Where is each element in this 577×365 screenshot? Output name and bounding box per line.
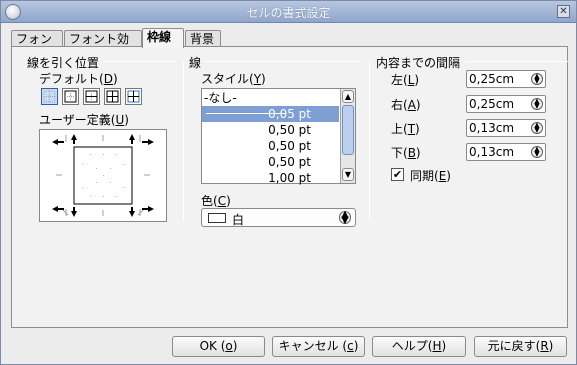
line-arrangement-title: 線を引く位置 bbox=[27, 56, 100, 70]
tab-background[interactable]: 背景 bbox=[185, 30, 221, 47]
right-spacing-label: 右(A) bbox=[391, 98, 421, 112]
right-spacing-field[interactable]: 0,25cm ▲ ▼ bbox=[466, 95, 546, 113]
reset-button[interactable]: 元に戻す(R) bbox=[474, 336, 567, 357]
format-cells-dialog: セルの書式設定 ✕ フォント フォント効果 枠線 背景 線を引く位置 デフォルト… bbox=[0, 0, 577, 365]
line-style-listbox[interactable]: -なし- 0,05 pt 0,50 pt 0,50 pt 0,50 pt 1,0… bbox=[201, 88, 356, 186]
scroll-down-icon[interactable]: ▼ bbox=[342, 168, 354, 181]
default-label: デフォルト(D) bbox=[39, 72, 118, 86]
list-item[interactable]: 1,00 pt bbox=[202, 170, 339, 186]
help-button[interactable]: ヘルプ(H) bbox=[372, 336, 466, 357]
user-defined-border-area[interactable] bbox=[39, 129, 167, 222]
scroll-up-icon[interactable]: ▲ bbox=[342, 90, 354, 103]
bottom-spacing-label: 下(B) bbox=[391, 146, 421, 160]
top-spacing-label: 上(T) bbox=[391, 122, 420, 136]
synchronize-checkbox[interactable]: ✔ bbox=[391, 168, 404, 181]
top-spacing-value: 0,13cm bbox=[469, 121, 515, 135]
ok-button[interactable]: OK (o) bbox=[172, 336, 265, 357]
top-spacing-field[interactable]: 0,13cm ▲ ▼ bbox=[466, 119, 546, 137]
color-label: 色(C) bbox=[201, 194, 231, 208]
cancel-button[interactable]: キャンセル (c) bbox=[272, 336, 365, 357]
spin-icon[interactable]: ▲ ▼ bbox=[531, 73, 543, 85]
spin-icon[interactable]: ▲ ▼ bbox=[531, 98, 543, 110]
preset-none-button[interactable] bbox=[41, 88, 58, 105]
preset-inner-button[interactable] bbox=[125, 88, 142, 105]
style-label: スタイル(Y) bbox=[201, 72, 266, 86]
line-color-select[interactable]: 白 ▲ ▼ bbox=[201, 208, 356, 227]
group-separator bbox=[466, 61, 568, 62]
style-scrollbar[interactable]: ▲ ▼ bbox=[340, 89, 355, 183]
preset-outer-horizontal-button[interactable] bbox=[83, 88, 100, 105]
preset-outer-button[interactable] bbox=[62, 88, 79, 105]
preset-outer-all-button[interactable] bbox=[104, 88, 121, 105]
list-item[interactable]: 0,50 pt bbox=[202, 154, 339, 170]
right-spacing-value: 0,25cm bbox=[469, 97, 515, 111]
list-item[interactable]: 0,50 pt bbox=[202, 138, 339, 154]
border-preview-graphic bbox=[52, 134, 154, 217]
group-separator bbox=[103, 61, 176, 62]
bottom-spacing-field[interactable]: 0,13cm ▲ ▼ bbox=[466, 143, 546, 161]
spin-icon[interactable]: ▲ ▼ bbox=[531, 122, 543, 134]
left-spacing-label: 左(L) bbox=[391, 73, 420, 87]
window-title: セルの書式設定 bbox=[246, 6, 331, 20]
group-separator bbox=[204, 61, 361, 62]
line-sample bbox=[206, 113, 286, 114]
color-swatch bbox=[208, 213, 226, 223]
tab-font-effects[interactable]: フォント効果 bbox=[64, 30, 142, 62]
list-item[interactable]: -なし- bbox=[202, 90, 339, 106]
color-value: 白 bbox=[232, 213, 245, 227]
spacing-title: 内容までの間隔 bbox=[376, 56, 461, 70]
user-defined-label: ユーザー定義(U) bbox=[39, 113, 129, 127]
list-item[interactable]: 0,50 pt bbox=[202, 122, 339, 138]
spin-icon[interactable]: ▲ ▼ bbox=[531, 146, 543, 158]
tab-font[interactable]: フォント bbox=[11, 30, 63, 62]
title-bar: セルの書式設定 ✕ bbox=[1, 1, 576, 23]
scroll-thumb[interactable] bbox=[342, 105, 354, 155]
tab-borders[interactable]: 枠線 bbox=[142, 28, 184, 48]
left-spacing-field[interactable]: 0,25cm ▲ ▼ bbox=[466, 70, 546, 88]
line-group-title: 線 bbox=[189, 56, 202, 70]
vertical-separator bbox=[183, 61, 184, 221]
synchronize-label: 同期(E) bbox=[410, 169, 451, 183]
left-spacing-value: 0,25cm bbox=[469, 72, 515, 86]
list-item-selected[interactable]: 0,05 pt bbox=[202, 106, 339, 122]
bottom-spacing-value: 0,13cm bbox=[469, 145, 515, 159]
vertical-separator bbox=[369, 61, 370, 221]
close-icon[interactable]: ✕ bbox=[557, 5, 570, 18]
chevron-updown-icon: ▲ ▼ bbox=[339, 210, 351, 226]
